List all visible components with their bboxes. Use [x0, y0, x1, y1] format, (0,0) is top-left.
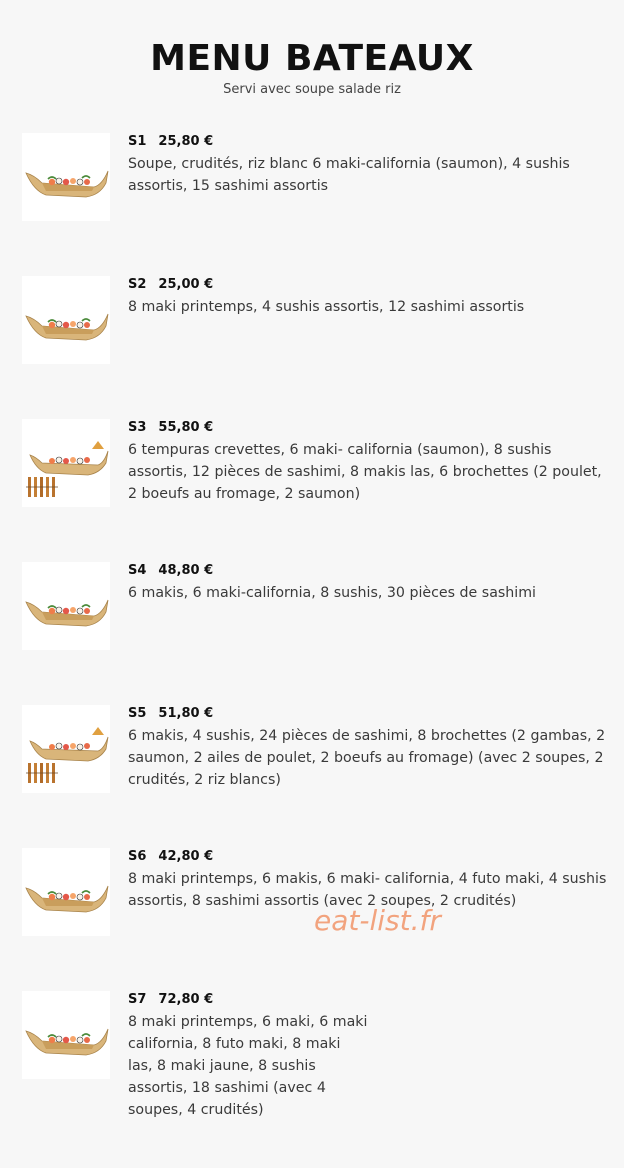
item-header: S2 25,00 €: [128, 277, 213, 292]
sushi-boat-image: [22, 562, 110, 650]
item-header: S6 42,80 €: [128, 849, 213, 864]
item-description: 6 tempuras crevettes, 6 maki- california…: [128, 442, 602, 502]
item-code: S6: [128, 849, 147, 864]
item-header: S4 48,80 €: [128, 563, 213, 578]
sushi-boat-image: [22, 133, 110, 221]
item-price: 55,80 €: [158, 420, 214, 435]
watermark: eat-list.fr: [314, 904, 441, 937]
item-header: S1 25,80 €: [128, 134, 213, 149]
item-code: S3: [128, 420, 147, 435]
item-description: 8 maki printemps, 6 maki, 6 maki califor…: [128, 1014, 368, 1118]
item-description: 6 makis, 4 sushis, 24 pièces de sashimi,…: [128, 728, 606, 788]
item-price: 51,80 €: [158, 706, 214, 721]
item-description: 8 maki printemps, 4 sushis assortis, 12 …: [128, 299, 525, 315]
item-description: Soupe, crudités, riz blanc 6 maki-califo…: [128, 156, 570, 194]
sushi-boat-image: [22, 991, 110, 1079]
item-header: S3 55,80 €: [128, 420, 213, 435]
sushi-boat-image: [22, 276, 110, 364]
item-code: S5: [128, 706, 147, 721]
item-price: 48,80 €: [158, 563, 214, 578]
page-subtitle: Servi avec soupe salade riz: [223, 82, 401, 97]
item-price: 42,80 €: [158, 849, 214, 864]
item-code: S2: [128, 277, 147, 292]
item-code: S1: [128, 134, 147, 149]
item-code: S4: [128, 563, 147, 578]
item-price: 25,00 €: [158, 277, 214, 292]
item-price: 25,80 €: [158, 134, 214, 149]
item-header: S7 72,80 €: [128, 992, 213, 1007]
item-description: 6 makis, 6 maki-california, 8 sushis, 30…: [128, 585, 536, 601]
item-price: 72,80 €: [158, 992, 214, 1007]
sushi-boat-skewers-image: [22, 705, 110, 793]
page-title: MENU BATEAUX: [150, 38, 474, 79]
sushi-boat-skewers-image: [22, 419, 110, 507]
sushi-boat-image: [22, 848, 110, 936]
item-code: S7: [128, 992, 147, 1007]
item-header: S5 51,80 €: [128, 706, 213, 721]
